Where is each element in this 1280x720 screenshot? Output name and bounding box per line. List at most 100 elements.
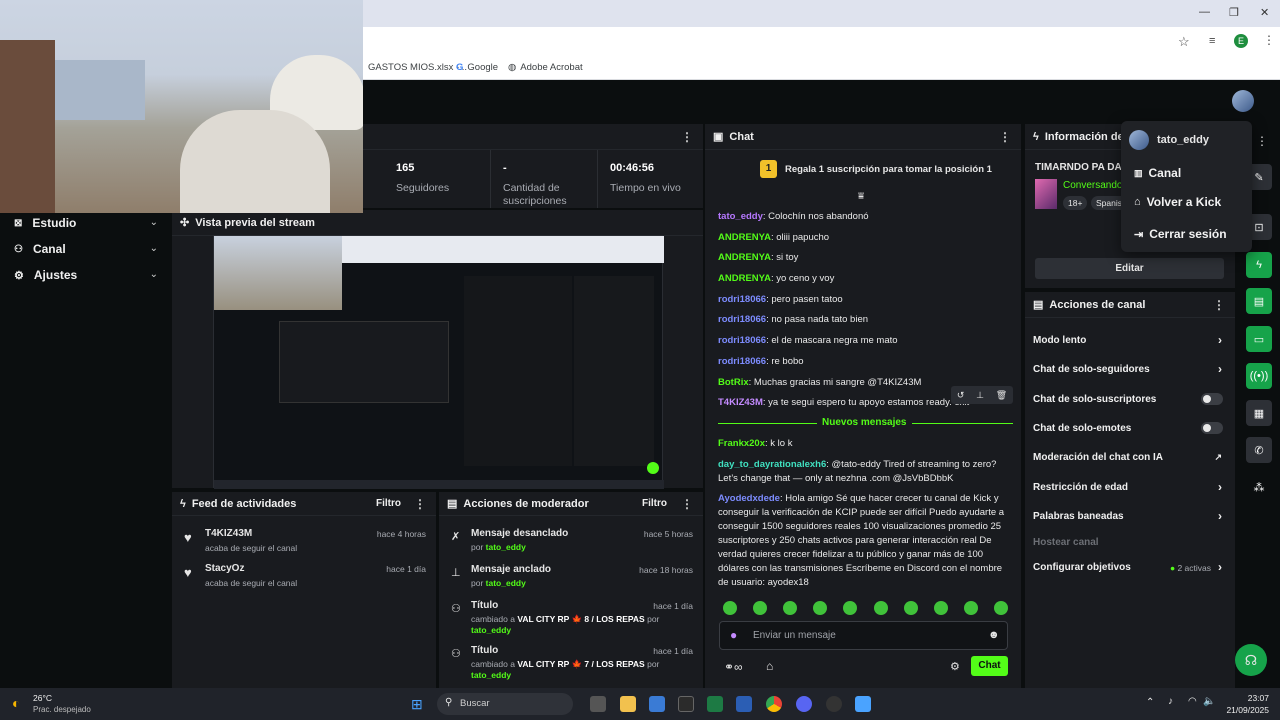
broadcast-rail-icon[interactable]: ((•)): [1246, 363, 1272, 389]
volume-icon[interactable]: 🔈: [1203, 696, 1215, 707]
clock-date[interactable]: 21/09/2025: [1219, 705, 1269, 715]
user-avatar[interactable]: [1232, 90, 1254, 112]
filter-button[interactable]: Filtro: [642, 498, 667, 509]
gear-icon[interactable]: ⚙: [950, 660, 960, 673]
chat-username[interactable]: ANDRENYA: [718, 252, 771, 263]
chrome-icon[interactable]: [766, 696, 782, 712]
chat-username[interactable]: rodri18066: [718, 335, 766, 346]
chat-username[interactable]: T4KIZ43M: [718, 397, 763, 408]
weather-desc[interactable]: Prac. despejado: [33, 705, 91, 714]
excel-icon[interactable]: [707, 696, 723, 712]
chat-input[interactable]: ● Enviar un mensaje ☻: [719, 621, 1008, 650]
host-channel-row[interactable]: Hostear canal: [1033, 537, 1225, 548]
kebab-icon[interactable]: ⋮: [1256, 134, 1268, 148]
ai-moderation-row[interactable]: Moderación del chat con IA ↗: [1033, 452, 1225, 463]
kebab-icon[interactable]: ⋮: [681, 497, 693, 511]
sidebar-item-studio[interactable]: ⊠ Estudio: [14, 216, 76, 230]
emotes-only-row[interactable]: Chat de solo-emotes: [1033, 422, 1225, 434]
mic-tray-icon[interactable]: ♪: [1168, 696, 1173, 707]
star-icon[interactable]: ☆: [1178, 34, 1190, 50]
taskbar-search[interactable]: ⚲ Buscar: [437, 693, 573, 715]
feed-user[interactable]: T4KIZ43M: [205, 528, 252, 539]
chat-username[interactable]: Frankx20x: [718, 438, 765, 449]
store-app-icon[interactable]: [678, 696, 694, 712]
bookmark-gastos[interactable]: GASTOS MIOS.xlsx -...: [368, 62, 467, 73]
profile-avatar[interactable]: E: [1234, 34, 1248, 48]
browser-menu-icon[interactable]: ⋮: [1263, 33, 1275, 47]
emote-icon[interactable]: [813, 601, 828, 615]
chat-rail-icon[interactable]: ▭: [1246, 326, 1272, 352]
emote-icon[interactable]: [993, 601, 1008, 615]
restore-icon[interactable]: ❐: [1229, 6, 1239, 19]
reply-icon[interactable]: ↺: [957, 390, 965, 401]
toggle-switch[interactable]: [1201, 422, 1223, 434]
emote-icon[interactable]: [723, 601, 737, 615]
bookmark-google[interactable]: G Google: [456, 62, 498, 73]
emote-icon[interactable]: [873, 601, 888, 615]
document-rail-icon[interactable]: ▤: [1246, 288, 1272, 314]
bookmark-adobe[interactable]: ◍ Adobe Acrobat: [508, 62, 583, 73]
minimize-icon[interactable]: —: [1199, 6, 1210, 18]
feed-user[interactable]: StacyOz: [205, 563, 244, 574]
trash-icon[interactable]: 🗑: [996, 390, 1007, 401]
emote-icon[interactable]: [783, 601, 798, 615]
banned-words-row[interactable]: Palabras baneadas ›: [1033, 509, 1225, 523]
lightning-rail-icon[interactable]: ϟ: [1246, 252, 1272, 278]
media-control-icon[interactable]: ≡: [1209, 35, 1215, 47]
toggle-switch[interactable]: [1201, 393, 1223, 405]
collapse-icon[interactable]: ⩸: [858, 191, 864, 202]
sidebar-item-settings[interactable]: ⚙ Ajustes: [14, 268, 77, 282]
chat-username[interactable]: day_to_dayrationalexh6: [718, 459, 826, 470]
emote-icon[interactable]: [933, 601, 948, 615]
windows-start-icon[interactable]: ⊞: [411, 696, 423, 713]
pin-icon[interactable]: ⊥: [976, 390, 984, 401]
points-icon[interactable]: ⚭∞: [724, 660, 743, 674]
chevron-down-icon[interactable]: ⌄: [150, 243, 158, 254]
menu-item-logout[interactable]: ⇥ Cerrar sesión: [1134, 227, 1227, 241]
wrench-rail-icon[interactable]: ✆: [1246, 437, 1272, 463]
slow-mode-row[interactable]: Modo lento ›: [1033, 333, 1225, 347]
chevron-up-icon[interactable]: ⌃: [1146, 697, 1154, 708]
edit-button[interactable]: Editar: [1035, 258, 1224, 279]
support-chat-icon[interactable]: ☊: [1235, 644, 1267, 676]
task-view-icon[interactable]: [590, 696, 606, 712]
filter-button[interactable]: Filtro: [376, 498, 401, 509]
app-icon[interactable]: [855, 696, 871, 712]
emote-icon[interactable]: [753, 601, 768, 615]
discord-icon[interactable]: [796, 696, 812, 712]
chat-username[interactable]: ANDRENYA: [718, 232, 771, 243]
chat-username[interactable]: tato_eddy: [718, 211, 763, 222]
kebab-icon[interactable]: ⋮: [681, 130, 693, 144]
stream-preview-video[interactable]: [213, 235, 664, 489]
kebab-icon[interactable]: ⋮: [999, 130, 1011, 144]
chat-username[interactable]: Ayodedxdede: [718, 493, 780, 504]
kebab-icon[interactable]: ⋮: [1213, 298, 1225, 312]
gift-sub-banner[interactable]: 1 Regala 1 suscripción para tomar la pos…: [705, 150, 1021, 188]
chevron-down-icon[interactable]: ⌄: [150, 269, 158, 280]
chat-username[interactable]: rodri18066: [718, 314, 766, 325]
chat-username[interactable]: rodri18066: [718, 294, 766, 305]
emote-icon[interactable]: [963, 601, 978, 615]
obs-icon[interactable]: [826, 696, 842, 712]
word-icon[interactable]: [736, 696, 752, 712]
send-chat-button[interactable]: Chat: [971, 656, 1008, 676]
app-icon[interactable]: [649, 696, 665, 712]
configure-goals-row[interactable]: Configurar objetivos ● 2 activas ›: [1033, 560, 1225, 574]
emote-icon[interactable]: [843, 601, 858, 615]
apps-rail-icon[interactable]: ⁂: [1246, 474, 1272, 500]
menu-item-back-to-kick[interactable]: ⌂ Volver a Kick: [1134, 195, 1221, 209]
chat-username[interactable]: rodri18066: [718, 356, 766, 367]
clock-time[interactable]: 23:07: [1229, 693, 1269, 703]
emote-icon[interactable]: [903, 601, 918, 615]
chat-username[interactable]: BotRix: [718, 377, 749, 388]
age-restriction-row[interactable]: Restricción de edad ›: [1033, 480, 1225, 494]
wifi-icon[interactable]: ◠: [1188, 696, 1197, 707]
store-icon[interactable]: ⌂: [766, 659, 773, 673]
subscribers-only-row[interactable]: Chat de solo-suscriptores: [1033, 393, 1225, 405]
category-link[interactable]: Conversando: [1063, 180, 1122, 191]
kebab-icon[interactable]: ⋮: [414, 497, 426, 511]
weather-temp[interactable]: 26°C: [33, 693, 52, 703]
chevron-down-icon[interactable]: ⌄: [150, 217, 158, 228]
emoji-icon[interactable]: ☻: [988, 629, 1000, 641]
layout-rail-icon[interactable]: ▦: [1246, 400, 1272, 426]
